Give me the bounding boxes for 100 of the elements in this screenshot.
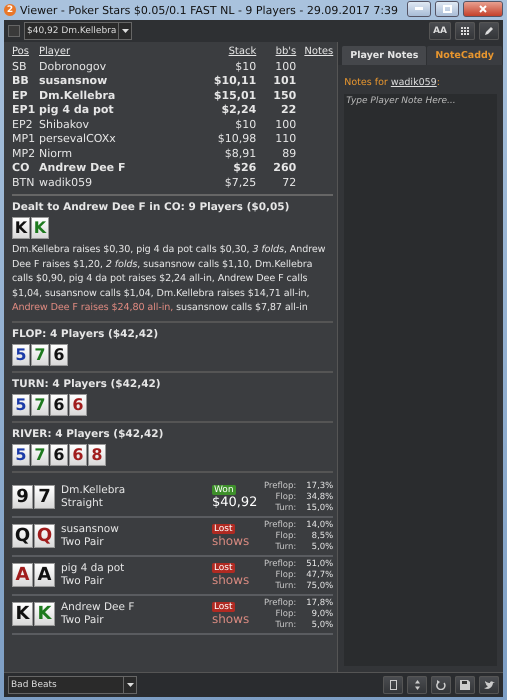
playing-card: 6: [50, 394, 68, 416]
playing-card: 7: [34, 485, 55, 509]
filter-dropdown[interactable]: Bad Beats: [8, 676, 137, 694]
stack-cell-text: $10: [234, 60, 256, 74]
document-icon: [390, 680, 396, 690]
font-size-button[interactable]: AA: [429, 22, 451, 40]
equity-label: Preflop:: [264, 558, 296, 570]
big-blinds-cell-text: 100: [274, 118, 296, 132]
equity-value: 15,0%: [305, 502, 334, 514]
player-name-cell-text: pig 4 da pot: [39, 103, 115, 118]
column-header: Player: [39, 45, 72, 59]
player-name-cell-text: Dobronogov: [39, 60, 108, 74]
player-name: pig 4 da pot: [61, 562, 126, 575]
equity-label: Turn:: [274, 580, 296, 592]
equity-value: 34,8%: [305, 492, 334, 502]
refresh-icon: [436, 680, 446, 690]
equity-label: Preflop:: [264, 520, 296, 530]
result-amount: shows: [212, 612, 250, 626]
share-button[interactable]: [479, 676, 499, 694]
hand-dropdown[interactable]: $40,92 Dm.Kellebra: [24, 22, 132, 40]
player-name-cell-text: Andrew Dee F: [39, 161, 126, 176]
equity-label: Flop:: [274, 608, 296, 620]
tab[interactable]: NoteCaddy: [427, 46, 502, 65]
big-blinds-cell-text: 150: [272, 88, 296, 103]
playing-card: Q: [12, 524, 33, 548]
playing-card: 6: [69, 394, 87, 416]
stack-cell-text: $10: [234, 118, 256, 132]
close-button[interactable]: [463, 0, 503, 16]
equity-label: Turn:: [274, 502, 296, 514]
playing-card: 7: [31, 444, 49, 466]
playing-card: 6: [69, 444, 87, 466]
street-title: RIVER: 4 Players ($42,42): [12, 428, 164, 440]
equity-label: Turn:: [274, 542, 296, 552]
hand-rank: Two Pair: [61, 575, 105, 588]
player-name-cell-text: susansnow: [39, 74, 108, 88]
result-amount: shows: [212, 573, 250, 587]
equity-label: Flop:: [274, 570, 296, 580]
equity-value: 5,0%: [310, 620, 334, 630]
playing-card: K: [12, 602, 33, 626]
app-badge: 2: [4, 4, 16, 16]
equity-value: 9,0%: [310, 608, 334, 620]
save-icon: [460, 680, 470, 690]
playing-card: 5: [12, 444, 30, 466]
save-button[interactable]: [455, 676, 475, 694]
equity-value: 8,5%: [310, 530, 334, 542]
outcome-badge: Lost: [212, 602, 235, 612]
playing-card: 9: [12, 485, 33, 509]
playing-card: Q: [34, 524, 55, 548]
street-title: Dealt to Andrew Dee F in CO: 9 Players ($0,05): [12, 201, 290, 213]
up-down-icon: [414, 680, 420, 690]
player-name: Dm.Kellebra: [61, 484, 126, 497]
maximize-icon: [442, 4, 452, 12]
equity-value: 75,0%: [305, 580, 334, 592]
player-name-cell-text: wadik059: [39, 176, 94, 190]
minimize-icon: [415, 7, 423, 10]
equity-value: 14,0%: [305, 520, 334, 530]
playing-card: 7: [31, 344, 49, 366]
position-cell-text: EP: [12, 88, 29, 103]
big-blinds-cell-text: 72: [281, 176, 296, 190]
stack-cell-text: $10,11: [212, 74, 256, 88]
minimize-button[interactable]: [407, 0, 431, 16]
playing-card: 6: [50, 444, 68, 466]
position-cell-text: SB: [12, 60, 28, 74]
outcome-badge: Won: [212, 484, 236, 494]
stack-cell-text: $7,25: [224, 176, 256, 190]
notes-heading: Notes for wadik059:: [343, 76, 441, 90]
playing-card: K: [34, 602, 55, 626]
big-blinds-cell-text: 101: [272, 74, 296, 88]
big-blinds-cell-text: 22: [280, 103, 296, 118]
close-icon: [479, 4, 487, 12]
playing-card: 6: [50, 344, 68, 366]
result-amount: $40,92: [212, 494, 258, 510]
player-link[interactable]: wadik059: [390, 77, 437, 88]
player-name-cell-text: Shibakov: [39, 118, 90, 132]
hand-rank: Straight: [61, 497, 104, 510]
caret-icon: [126, 683, 134, 687]
tab[interactable]: Player Notes: [342, 46, 426, 65]
maximize-button[interactable]: [435, 0, 459, 16]
refresh-button[interactable]: [431, 676, 451, 694]
playing-card: K: [31, 217, 49, 239]
note-input[interactable]: Type Player Note Here...: [344, 94, 497, 666]
clipboard-button[interactable]: [383, 676, 403, 694]
street-title: TURN: 4 Players ($42,42): [12, 378, 162, 390]
big-blinds-cell-text: 89: [281, 146, 296, 161]
edit-button[interactable]: [479, 22, 499, 40]
playing-card: K: [12, 217, 30, 239]
equity-label: Flop:: [274, 530, 296, 542]
big-blinds-cell-text: 110: [274, 132, 296, 146]
playing-card: 5: [12, 344, 30, 366]
position-cell-text: BTN: [12, 176, 36, 190]
hand-rank: Two Pair: [61, 614, 105, 627]
equity-label: Turn:: [274, 620, 296, 630]
grid-button[interactable]: [455, 22, 475, 40]
position-cell-text: EP2: [12, 118, 34, 132]
player-name: susansnow: [61, 523, 120, 536]
equity-label: Preflop:: [264, 480, 296, 492]
outcome-badge: Lost: [212, 563, 235, 573]
stack-cell-text: $15,01: [212, 88, 256, 103]
sort-button[interactable]: [407, 676, 427, 694]
checkbox[interactable]: [8, 25, 20, 37]
